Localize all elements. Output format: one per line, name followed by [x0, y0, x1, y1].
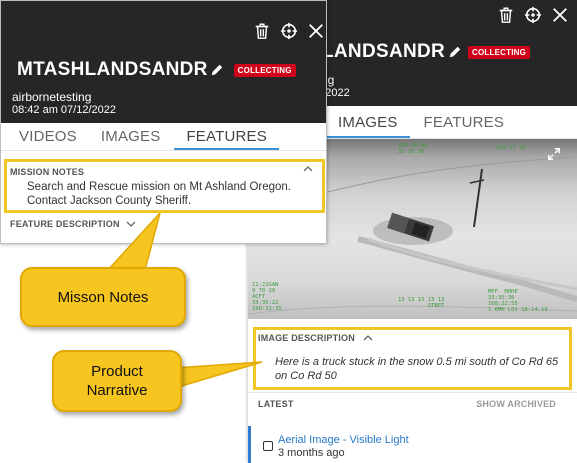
crosshair-icon[interactable] — [280, 22, 298, 40]
tab-images[interactable]: IMAGES — [326, 106, 410, 138]
chevron-down-icon[interactable] — [126, 219, 136, 229]
username: airbornetesting — [12, 90, 92, 104]
crosshair-icon[interactable] — [524, 6, 542, 24]
trash-icon[interactable] — [253, 22, 271, 40]
osd-top-center: 1ED 30 B0 31 35 30 — [398, 143, 428, 155]
title-row: MTASHLANDSANDR COLLECTING — [17, 59, 296, 81]
show-archived-button[interactable]: SHOW ARCHIVED — [476, 399, 556, 409]
tab-videos[interactable]: VIDEOS — [5, 123, 91, 150]
expand-icon[interactable] — [547, 147, 561, 161]
header-actions — [497, 6, 569, 24]
pencil-icon[interactable] — [210, 63, 224, 77]
osd-bottom-right: MFF MOHE 33:35:30 108:22:55 1.6MH LOS 18… — [488, 289, 548, 313]
status-badge: COLLECTING — [233, 63, 296, 77]
status-badge: COLLECTING — [468, 45, 531, 59]
tab-features[interactable]: FEATURES — [174, 123, 279, 150]
close-icon[interactable] — [307, 22, 325, 40]
timestamp: 08:42 am 07/12/2022 — [12, 104, 116, 116]
image-description-highlight — [253, 327, 572, 390]
list-item[interactable]: Aerial Image - Visible Light 3 months ag… — [248, 426, 577, 463]
osd-left-lower: 11:22GAN 9 70 28 ACFT 33:35:22 190:12:35 — [252, 282, 282, 312]
feature-description-label: FEATURE DESCRIPTION — [10, 219, 120, 229]
selection-bar — [248, 426, 251, 463]
product-narrative-callout: Product Narrative — [52, 350, 182, 412]
mission-notes-callout: Misson Notes — [20, 267, 186, 327]
header-actions — [253, 22, 325, 40]
panel-header: MTASHLANDSANDR COLLECTING airbornetestin… — [1, 1, 326, 123]
title-row: LANDSANDR COLLECTING — [322, 41, 531, 63]
tab-images[interactable]: IMAGES — [91, 123, 175, 150]
tab-bar: VIDEOS IMAGES FEATURES — [1, 123, 326, 151]
trash-icon[interactable] — [497, 6, 515, 24]
pencil-icon[interactable] — [448, 45, 462, 59]
osd-top-right: 1A0 07 2D — [496, 145, 526, 151]
list-item-title[interactable]: Aerial Image - Visible Light — [278, 434, 409, 446]
osd-bottom-center: 13 13 15 13 13 STBPT — [398, 297, 445, 309]
tab-features[interactable]: FEATURES — [410, 106, 519, 138]
list-item-checkbox[interactable] — [263, 441, 273, 451]
divider — [248, 392, 577, 393]
page-title: MTASHLANDSANDR — [17, 59, 208, 80]
feature-description-header[interactable]: FEATURE DESCRIPTION — [10, 219, 136, 229]
latest-label: LATEST — [258, 399, 294, 409]
page-title: LANDSANDR — [322, 41, 446, 62]
close-icon[interactable] — [551, 6, 569, 24]
mission-notes-highlight — [4, 159, 325, 213]
list-item-age: 3 months ago — [278, 447, 345, 459]
